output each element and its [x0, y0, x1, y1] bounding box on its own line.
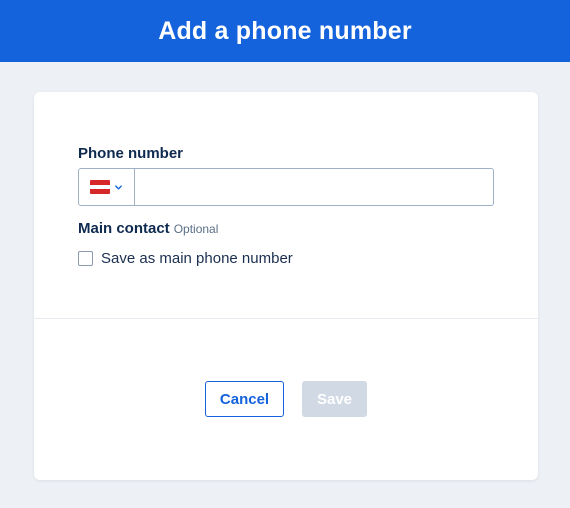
country-selector[interactable] — [79, 169, 135, 205]
main-phone-checkbox-label: Save as main phone number — [101, 250, 293, 267]
page-header: Add a phone number — [0, 0, 570, 62]
cancel-button[interactable]: Cancel — [205, 381, 284, 417]
main-contact-text: Main contact — [78, 220, 170, 237]
phone-form-card: Phone number Main contact Optional Save a… — [34, 92, 538, 480]
main-contact-label: Main contact Optional — [78, 220, 218, 237]
optional-tag: Optional — [173, 222, 219, 236]
phone-number-input[interactable] — [135, 169, 493, 205]
save-button[interactable]: Save — [302, 381, 367, 417]
chevron-down-icon — [115, 184, 122, 190]
main-phone-checkbox-row[interactable]: Save as main phone number — [78, 250, 293, 267]
main-phone-checkbox[interactable] — [78, 251, 93, 266]
phone-input-group — [78, 168, 494, 206]
phone-number-label: Phone number — [78, 145, 184, 162]
footer-divider — [34, 318, 538, 319]
page-title: Add a phone number — [158, 16, 412, 45]
austria-flag-icon — [90, 180, 110, 194]
